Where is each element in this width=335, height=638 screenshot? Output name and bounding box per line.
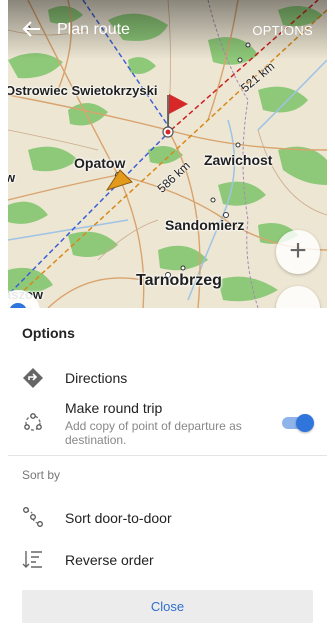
directions-label: Directions (65, 370, 128, 386)
page-title: Plan route (57, 21, 130, 38)
section-divider (8, 455, 327, 456)
compass-icon (9, 303, 27, 308)
city-label-partial-w: w (8, 170, 16, 185)
round-trip-toggle[interactable] (282, 414, 314, 432)
city-label-tarnobrzeg: Tarnobrzeg (136, 272, 222, 289)
back-arrow-icon[interactable] (22, 19, 42, 39)
city-label-opatow: Opatow (74, 155, 126, 171)
directions-icon (23, 368, 43, 388)
top-bar: Plan route OPTIONS (8, 0, 327, 60)
toggle-knob (296, 414, 314, 432)
zoom-in-button[interactable]: + (276, 230, 320, 274)
city-label-zawichost: Zawichost (204, 152, 273, 168)
directions-row[interactable]: Directions (8, 360, 327, 396)
sort-door-to-door-icon (23, 507, 43, 527)
close-button[interactable]: Close (22, 590, 313, 623)
reverse-order-row[interactable]: Reverse order (8, 542, 327, 578)
city-label-ostrowiec: Ostrowiec Swietokrzyski (8, 83, 158, 98)
round-trip-icon (24, 413, 42, 431)
sheet-title: Options (22, 325, 75, 341)
screen: Ostrowiec Swietokrzyski Opatow Zawichost… (0, 0, 335, 638)
screen-edge-left (0, 0, 8, 638)
reverse-order-label: Reverse order (65, 552, 154, 568)
options-button[interactable]: OPTIONS (252, 23, 313, 38)
round-trip-label: Make round trip (65, 400, 163, 416)
my-location-button[interactable] (8, 290, 40, 308)
city-label-sandomierz: Sandomierz (165, 217, 245, 233)
sort-door-to-door-label: Sort door-to-door (65, 510, 172, 526)
screen-edge-right (327, 0, 335, 638)
sort-door-to-door-row[interactable]: Sort door-to-door (8, 500, 327, 536)
reverse-order-icon (22, 551, 42, 568)
sort-by-label: Sort by (22, 468, 61, 482)
destination-flag-icon[interactable] (162, 94, 188, 138)
options-sheet: Options Directions Make round trip Add c… (8, 308, 327, 638)
round-trip-description: Add copy of point of departure as destin… (65, 419, 242, 447)
round-trip-row[interactable]: Make round trip Add copy of point of dep… (8, 398, 327, 448)
